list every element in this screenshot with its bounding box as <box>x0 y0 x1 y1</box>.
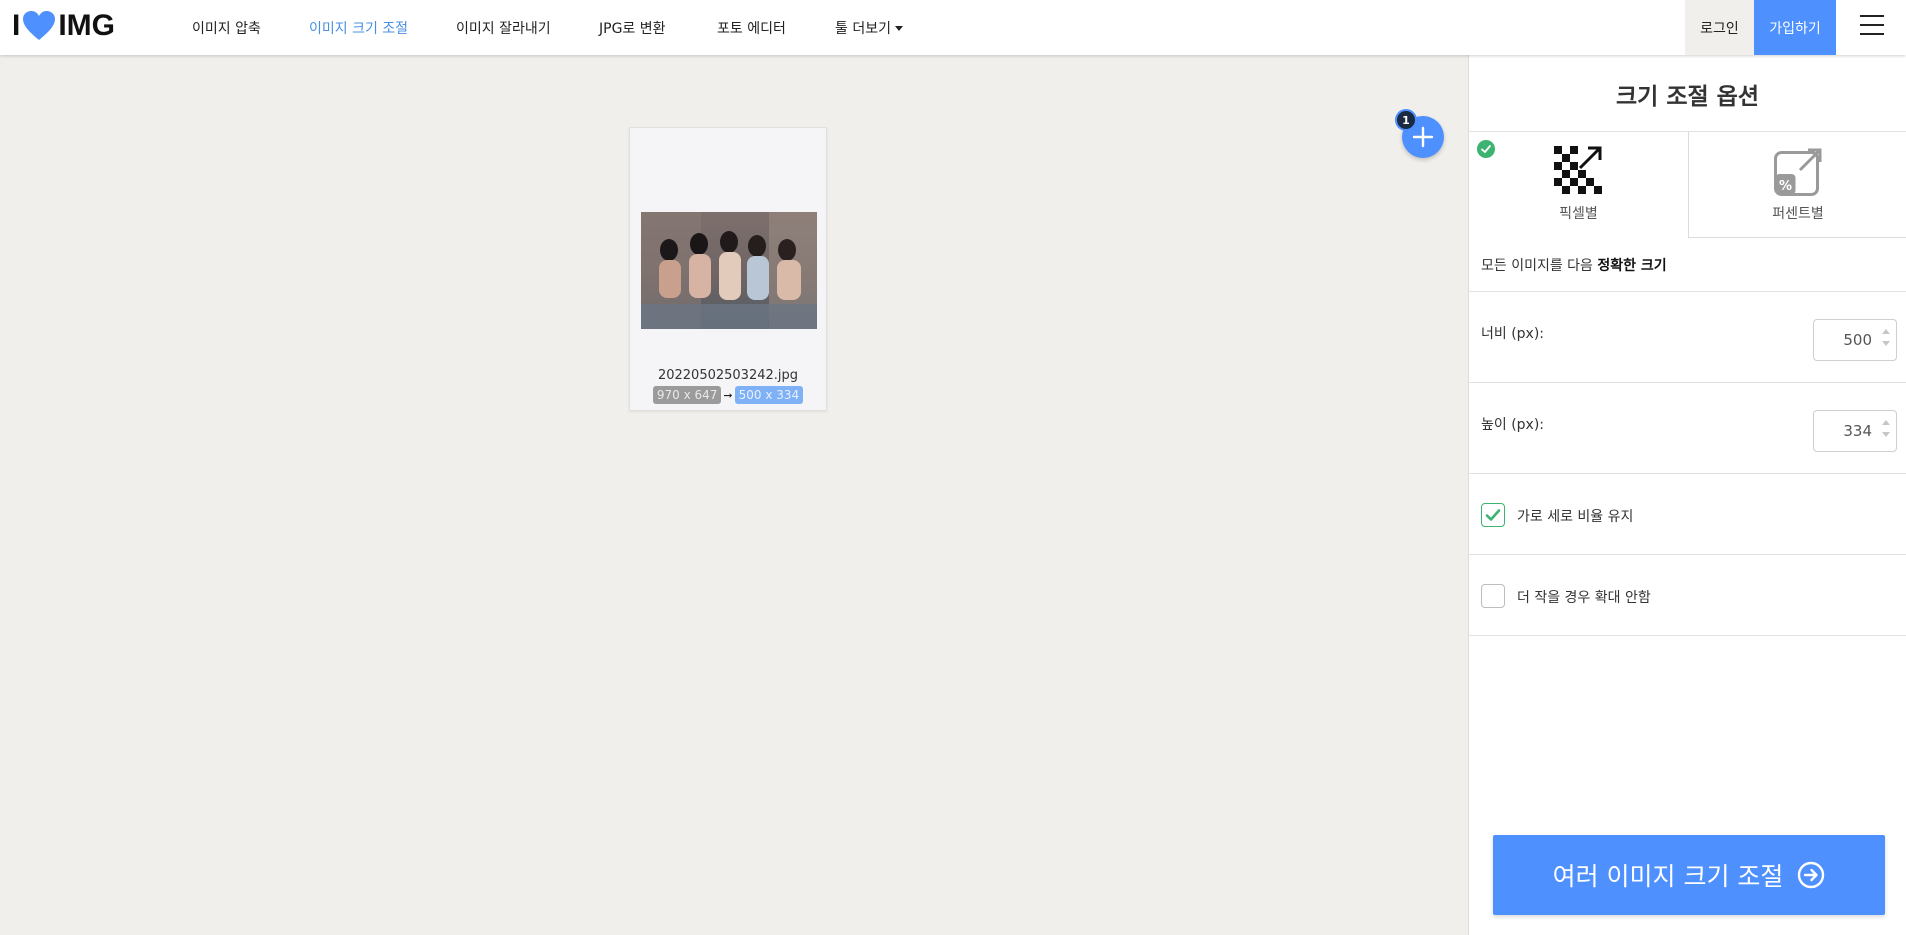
image-thumbnail <box>641 212 817 329</box>
resize-images-button[interactable]: 여러 이미지 크기 조절 <box>1493 835 1885 915</box>
mode-by-percentage[interactable]: % 퍼센트별 <box>1688 132 1906 238</box>
nav-more-tools[interactable]: 툴 더보기 <box>835 18 903 38</box>
resize-mode-selector: 픽셀별 % 퍼센트별 <box>1469 131 1906 238</box>
height-stepper[interactable] <box>1882 420 1890 442</box>
resize-options-panel: 크기 조절 옵션 픽셀별 % 퍼센트별 모든 이미지를 다음 정확한 크기 너비… <box>1468 55 1906 935</box>
arrow-right-icon: ➞ <box>723 388 733 402</box>
file-card[interactable]: 20220502503242.jpg 970 x 647 ➞ 500 x 334 <box>629 127 827 411</box>
no-enlarge-label: 더 작을 경우 확대 안함 <box>1517 590 1651 606</box>
login-button[interactable]: 로그인 <box>1685 0 1754 55</box>
iloveimg-logo[interactable]: I IMG <box>12 9 116 42</box>
caret-down-icon <box>894 26 903 31</box>
nav-compress-image[interactable]: 이미지 압축 <box>192 18 261 38</box>
top-header: I IMG 이미지 압축 이미지 크기 조절 이미지 잘라내기 JPG로 변환 … <box>0 0 1906 55</box>
nav-convert-to-jpg[interactable]: JPG로 변환 <box>599 18 666 38</box>
keep-ratio-checkbox[interactable] <box>1481 503 1505 527</box>
height-row: 높이 (px): 334 <box>1469 383 1906 474</box>
height-value: 334 <box>1843 422 1872 440</box>
keep-ratio-label: 가로 세로 비율 유지 <box>1517 509 1634 525</box>
logo-letter-i: I <box>12 9 21 42</box>
percentage-resize-icon: % <box>1774 148 1822 196</box>
selected-check-icon <box>1477 140 1495 158</box>
nav-crop-image[interactable]: 이미지 잘라내기 <box>456 18 551 38</box>
signup-button[interactable]: 가입하기 <box>1754 0 1836 55</box>
checkmark-icon <box>1485 509 1501 521</box>
nav-more-tools-label: 툴 더보기 <box>835 21 891 37</box>
plus-icon <box>1412 126 1434 148</box>
hamburger-menu-icon[interactable] <box>1860 15 1884 37</box>
new-size-badge: 500 x 334 <box>734 386 804 404</box>
resize-images-button-label: 여러 이미지 크기 조절 <box>1552 862 1784 891</box>
description-emphasis: 정확한 크기 <box>1597 258 1667 274</box>
no-enlarge-row: 더 작을 경우 확대 안함 <box>1469 555 1906 636</box>
logo-letters-img: IMG <box>58 9 116 42</box>
width-label: 너비 (px): <box>1481 326 1545 342</box>
file-count-badge: 1 <box>1395 109 1417 131</box>
svg-text:%: % <box>1779 179 1792 194</box>
mode-by-pixels-label: 픽셀별 <box>1559 206 1598 222</box>
panel-title: 크기 조절 옵션 <box>1616 84 1759 110</box>
file-name: 20220502503242.jpg <box>657 368 799 383</box>
mode-by-pixels[interactable]: 픽셀별 <box>1469 132 1688 238</box>
heart-logo-icon <box>23 11 56 40</box>
nav-resize-image[interactable]: 이미지 크기 조절 <box>309 18 408 38</box>
mode-by-percentage-label: 퍼센트별 <box>1772 206 1824 222</box>
keep-ratio-row: 가로 세로 비율 유지 <box>1469 474 1906 555</box>
width-input[interactable]: 500 <box>1813 319 1897 361</box>
height-label: 높이 (px): <box>1481 417 1545 433</box>
arrow-circle-right-icon <box>1798 861 1825 889</box>
file-dimensions: 970 x 647 ➞ 500 x 334 <box>630 386 826 404</box>
nav-photo-editor[interactable]: 포토 에디터 <box>717 18 786 38</box>
width-value: 500 <box>1843 331 1872 349</box>
pixel-resize-icon <box>1554 146 1602 194</box>
height-input[interactable]: 334 <box>1813 410 1897 452</box>
no-enlarge-checkbox[interactable] <box>1481 584 1505 608</box>
description-text: 모든 이미지를 다음 <box>1481 258 1593 274</box>
resize-description: 모든 이미지를 다음 정확한 크기 <box>1469 237 1906 292</box>
width-stepper[interactable] <box>1882 329 1890 351</box>
original-size-badge: 970 x 647 <box>652 386 722 404</box>
width-row: 너비 (px): 500 <box>1469 292 1906 383</box>
